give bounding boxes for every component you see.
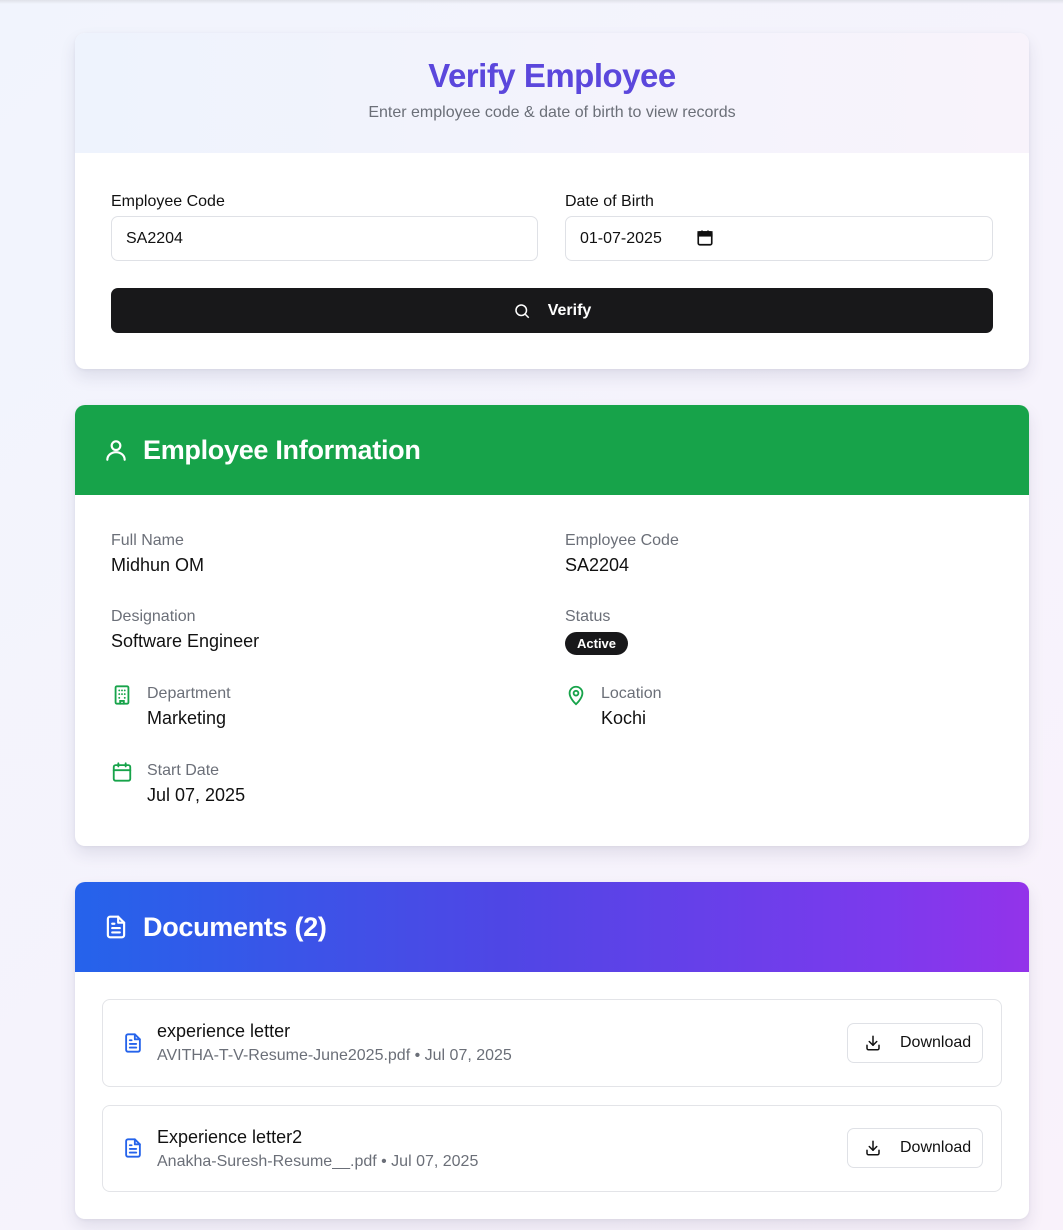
- start-date-field: Start Date Jul 07, 2025: [147, 762, 245, 806]
- calendar-picker-icon[interactable]: [696, 229, 714, 247]
- search-icon: [514, 303, 529, 318]
- verify-button[interactable]: Verify: [111, 288, 993, 333]
- designation-value: Software Engineer: [111, 631, 260, 651]
- employee-code-input[interactable]: SA2204: [111, 216, 538, 261]
- download-button[interactable]: Download: [847, 1128, 983, 1168]
- department-value: Marketing: [147, 708, 227, 728]
- page-title: Verify Employee: [428, 57, 676, 94]
- employee-info-card: Employee Information Full Name Midhun OM…: [75, 405, 1029, 846]
- documents-title: Documents (2): [143, 911, 327, 942]
- document-row: experience letter AVITHA-T-V-Resume-June…: [102, 999, 1002, 1087]
- designation-label: Designation: [111, 608, 196, 625]
- status-label: Status: [565, 608, 611, 625]
- document-meta: Anakha-Suresh-Resume__.pdf • Jul 07, 202…: [157, 1153, 479, 1170]
- designation-field: Designation Software Engineer: [111, 608, 259, 652]
- department-field: Department Marketing: [147, 685, 231, 729]
- status-badge: Active: [565, 632, 629, 655]
- location-field: Location Kochi: [601, 685, 662, 729]
- verify-button-label: Verify: [547, 301, 592, 319]
- employee-code-info-label: Employee Code: [565, 532, 679, 549]
- employee-info-title: Employee Information: [143, 434, 421, 465]
- download-button-label: Download: [900, 1139, 972, 1156]
- document-name: experience letter: [157, 1021, 291, 1041]
- document-meta: AVITHA-T-V-Resume-June2025.pdf • Jul 07,…: [157, 1047, 512, 1064]
- date-of-birth-label: Date of Birth: [565, 193, 654, 210]
- documents-card: Documents (2) experience letter AVITHA-T…: [75, 882, 1029, 1219]
- date-of-birth-value: 01-07-2025: [580, 230, 662, 247]
- document-name: Experience letter2: [157, 1127, 303, 1147]
- employee-code-value: SA2204: [565, 555, 630, 575]
- documents-header: Documents (2): [75, 882, 1029, 972]
- download-icon: [866, 1140, 880, 1156]
- status-field: Status Active: [565, 608, 629, 655]
- employee-info-header: Employee Information: [75, 405, 1029, 495]
- map-pin-icon: [568, 685, 584, 706]
- employee-code-label: Employee Code: [111, 193, 225, 210]
- full-name-label: Full Name: [111, 532, 184, 549]
- verify-card: Verify Employee Enter employee code & da…: [75, 33, 1029, 369]
- full-name-field: Full Name Midhun OM: [111, 532, 204, 576]
- calendar-icon: [112, 762, 132, 782]
- download-icon: [866, 1035, 880, 1051]
- full-name-value: Midhun OM: [111, 555, 205, 575]
- page-subtitle: Enter employee code & date of birth to v…: [368, 104, 736, 121]
- file-text-icon: [106, 915, 126, 939]
- date-of-birth-input[interactable]: 01-07-2025: [565, 216, 993, 261]
- top-shadow: [0, 0, 1063, 4]
- file-icon: [125, 1033, 141, 1053]
- file-icon: [125, 1138, 141, 1158]
- building-icon: [114, 685, 130, 705]
- document-row: Experience letter2 Anakha-Suresh-Resume_…: [102, 1105, 1002, 1192]
- download-button-label: Download: [900, 1034, 972, 1051]
- download-button[interactable]: Download: [847, 1023, 983, 1063]
- user-icon: [106, 440, 126, 461]
- location-label: Location: [601, 685, 662, 702]
- start-date-value: Jul 07, 2025: [147, 785, 246, 805]
- department-label: Department: [147, 685, 231, 702]
- verify-header: Verify Employee Enter employee code & da…: [75, 33, 1029, 153]
- location-value: Kochi: [601, 708, 647, 728]
- start-date-label: Start Date: [147, 762, 220, 779]
- employee-code-field: Employee Code SA2204: [565, 532, 679, 576]
